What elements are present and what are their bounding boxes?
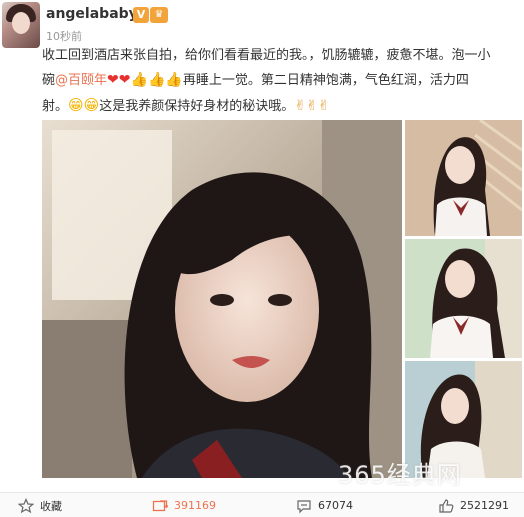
like-count: 2521291 xyxy=(460,499,509,512)
victory-emoji-icon: ✌ xyxy=(317,98,330,114)
verified-badge-icon[interactable]: V xyxy=(133,7,149,23)
thumbnail-photo-1[interactable] xyxy=(405,120,522,236)
main-photo[interactable] xyxy=(42,120,402,478)
avatar[interactable] xyxy=(2,2,40,48)
favorite-button[interactable]: 收藏 xyxy=(18,493,62,517)
mention-link[interactable]: @百颐年 xyxy=(55,73,107,88)
like-button[interactable]: 2521291 xyxy=(438,493,509,517)
post-text-line: 射。😁😁这是我养颜保持好身材的秘诀哦。✌✌✌ xyxy=(42,93,520,119)
post-text-segment: 这是我养颜保持好身材的秘诀哦。 xyxy=(99,99,295,114)
comment-count: 67074 xyxy=(318,499,353,512)
post-text-segment: 射。 xyxy=(42,99,69,114)
thumbnail-photo-2[interactable] xyxy=(405,239,522,358)
thumbs-up-emoji-icon: 👍 xyxy=(147,72,166,88)
thumbs-up-emoji-icon: 👍 xyxy=(130,72,148,88)
thumbnail-image xyxy=(405,120,522,236)
repost-icon xyxy=(152,499,168,511)
avatar-face xyxy=(12,12,30,34)
comment-button[interactable]: 67074 xyxy=(296,493,353,517)
repost-button[interactable]: 391169 xyxy=(152,493,216,517)
watermark: 365经典网 xyxy=(338,461,462,489)
favorite-label: 收藏 xyxy=(40,499,62,513)
star-icon xyxy=(18,497,34,513)
like-icon xyxy=(439,498,454,513)
grin-emoji-icon: 😁 xyxy=(83,96,100,114)
victory-emoji-icon: ✌ xyxy=(294,98,307,114)
post-text-segment: 再睡上一觉。第二日精神饱满，气色红润，活力四 xyxy=(182,73,469,88)
thumbnail-image xyxy=(405,239,522,358)
post-text-line: 收工回到酒店来张自拍，给你们看看最近的我。，饥肠辘辘，疲惫不堪。泡一小 xyxy=(42,44,520,68)
weibo-post: angelababy V ♛ 10秒前 收工回到酒店来张自拍，给你们看看最近的我… xyxy=(0,0,524,517)
post-text-segment: 碗 xyxy=(42,73,56,88)
heart-emoji-icon: ❤ xyxy=(107,72,119,88)
comment-icon xyxy=(297,499,311,513)
grin-emoji-icon: 😁 xyxy=(68,96,84,114)
selfie-image xyxy=(42,120,402,478)
repost-count: 391169 xyxy=(174,499,216,512)
post-timestamp[interactable]: 10秒前 xyxy=(46,28,82,44)
heart-emoji-icon: ❤ xyxy=(118,72,131,88)
action-bar: 收藏 391169 67074 2521291 xyxy=(0,492,524,517)
username-link[interactable]: angelababy xyxy=(46,6,138,22)
crown-badge-icon[interactable]: ♛ xyxy=(150,7,168,23)
thumbs-up-emoji-icon: 👍 xyxy=(165,72,183,88)
post-text-segment: 收工回到酒店来张自拍，给你们看看最近的我。，饥肠辘辘，疲惫不堪。泡一小 xyxy=(42,48,491,63)
post-text-line: 碗@百颐年❤❤👍👍👍再睡上一觉。第二日精神饱满，气色红润，活力四 xyxy=(42,68,520,93)
post-text: 收工回到酒店来张自拍，给你们看看最近的我。，饥肠辘辘，疲惫不堪。泡一小 碗@百颐… xyxy=(42,44,520,119)
victory-emoji-icon: ✌ xyxy=(306,98,318,114)
